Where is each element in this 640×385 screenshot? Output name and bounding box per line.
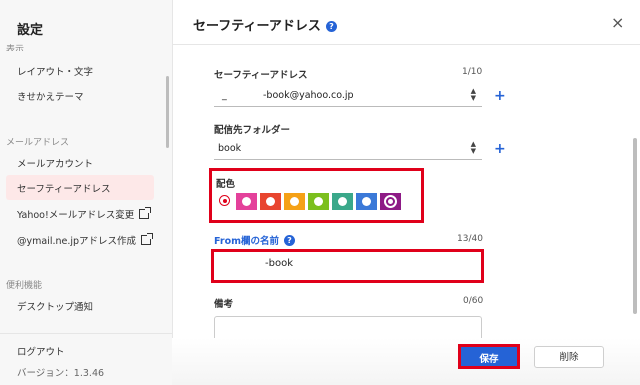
address-value: -book@yahoo.co.jp xyxy=(263,90,354,101)
color-swatch[interactable] xyxy=(332,193,353,210)
save-button[interactable]: 保存 xyxy=(458,344,520,369)
sidebar-item-label: @ymail.ne.jpアドレス作成 xyxy=(17,236,137,247)
from-name-input[interactable] xyxy=(211,249,484,283)
color-label: 配色 xyxy=(216,179,236,190)
from-name-label-text: From欄の名前 xyxy=(214,236,279,247)
sidebar-item-safety-address[interactable]: セーフティーアドレス xyxy=(17,181,110,195)
add-address-icon[interactable]: + xyxy=(494,88,506,104)
folder-value: book xyxy=(218,143,242,154)
swatch-dot xyxy=(242,197,251,206)
help-icon[interactable]: ? xyxy=(325,21,337,32)
note-count: 0/60 xyxy=(463,296,484,306)
folder-select[interactable]: book ▲ ▼ xyxy=(214,140,482,160)
color-swatch[interactable] xyxy=(356,193,377,210)
swatch-dot xyxy=(290,197,299,206)
close-icon[interactable]: × xyxy=(611,13,624,32)
page-title: セーフティーアドレス? xyxy=(193,15,337,34)
delete-button[interactable]: 削除 xyxy=(534,346,604,368)
swatch-dot xyxy=(266,197,275,206)
sidebar-scrollbar[interactable] xyxy=(166,76,169,148)
add-folder-icon[interactable]: + xyxy=(494,141,506,157)
address-label: セーフティーアドレス xyxy=(214,70,308,81)
external-link-icon xyxy=(139,207,152,219)
color-swatch[interactable] xyxy=(236,193,257,210)
settings-sidebar: 設定 表示 レイアウト・文字 きせかえテーマ メールアドレス メールアカウント … xyxy=(0,0,173,385)
help-icon[interactable]: ? xyxy=(284,235,295,246)
external-link-icon xyxy=(141,233,154,245)
sidebar-title: 設定 xyxy=(17,23,44,38)
address-count: 1/10 xyxy=(462,67,483,77)
sidebar-item-desktop-notification[interactable]: デスクトップ通知 xyxy=(17,299,93,313)
sidebar-item-ymail-create[interactable]: @ymail.ne.jpアドレス作成 xyxy=(17,233,154,247)
from-name-count: 13/40 xyxy=(457,234,483,244)
note-label: 備考 xyxy=(214,299,234,310)
header-divider xyxy=(172,44,640,45)
from-name-value: -book xyxy=(265,258,293,269)
color-swatch[interactable] xyxy=(308,193,329,210)
select-arrows-icon: ▲ ▼ xyxy=(470,87,476,102)
version-text: バージョン：1.3.46 xyxy=(17,368,105,379)
from-name-label: From欄の名前? xyxy=(214,233,295,247)
color-swatch[interactable] xyxy=(284,193,305,210)
color-swatch[interactable] xyxy=(260,193,281,210)
sidebar-item-yahoo-address-change[interactable]: Yahoo!メールアドレス変更 xyxy=(17,207,152,221)
folder-label: 配信先フォルダー xyxy=(214,125,291,136)
address-select[interactable]: _ -book@yahoo.co.jp ▲ ▼ xyxy=(214,87,482,107)
sidebar-section-display-cut: 表示 xyxy=(6,45,25,51)
address-prefix: _ xyxy=(222,90,227,101)
page-title-text: セーフティーアドレス xyxy=(193,19,321,34)
color-none-radio[interactable] xyxy=(219,195,230,206)
sidebar-section-mail-address: メールアドレス xyxy=(6,138,70,148)
sidebar-item-mail-account[interactable]: メールアカウント xyxy=(17,156,93,170)
sidebar-section-features: 便利機能 xyxy=(6,281,43,291)
swatch-dot xyxy=(362,197,371,206)
swatch-dot xyxy=(384,195,397,208)
sidebar-item-layout[interactable]: レイアウト・文字 xyxy=(17,64,93,78)
swatch-dot xyxy=(338,197,347,206)
sidebar-item-theme[interactable]: きせかえテーマ xyxy=(17,89,84,103)
logout-link[interactable]: ログアウト xyxy=(17,344,65,358)
sidebar-divider xyxy=(0,333,172,334)
color-swatch[interactable] xyxy=(380,193,401,210)
main-scrollbar[interactable] xyxy=(633,138,637,314)
select-arrows-icon: ▲ ▼ xyxy=(470,140,476,155)
sidebar-item-label: Yahoo!メールアドレス変更 xyxy=(17,210,135,221)
swatch-dot xyxy=(314,197,323,206)
